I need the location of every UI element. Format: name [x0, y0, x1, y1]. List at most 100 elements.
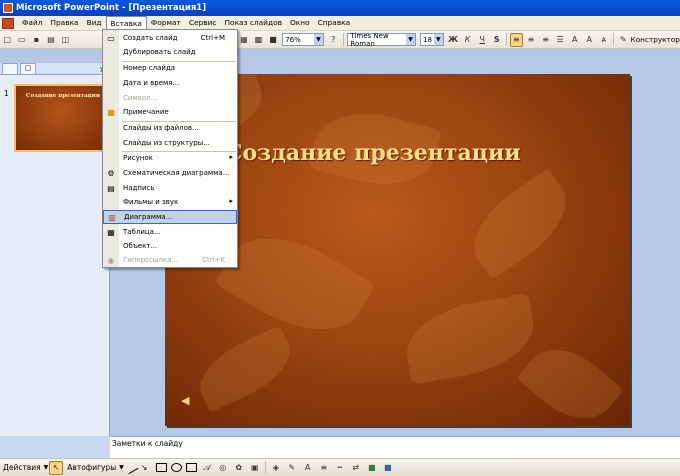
- menu-item-chart[interactable]: ▥ Диаграмма...: [103, 210, 237, 224]
- menu-file[interactable]: Файл: [18, 16, 46, 30]
- chevron-down-icon: ▼: [433, 34, 443, 45]
- menu-item-comment[interactable]: ■ Примечание: [103, 106, 237, 120]
- font-color-icon[interactable]: A: [568, 33, 581, 47]
- insert-table-icon[interactable]: ▦: [238, 33, 251, 47]
- powerpoint-icon: [3, 3, 13, 13]
- bullets-icon[interactable]: ☰: [554, 33, 567, 47]
- menu-item-diagram[interactable]: ⚙ Схематическая диаграмма...: [103, 167, 237, 181]
- menu-item-label: Рисунок: [123, 154, 153, 162]
- leaf-decoration: [189, 325, 301, 413]
- textbox-icon[interactable]: [185, 463, 197, 472]
- align-center-icon[interactable]: ≡: [525, 33, 538, 47]
- underline-button[interactable]: Ч: [476, 33, 489, 47]
- menu-item-slides-from-files[interactable]: Слайды из файлов...: [103, 122, 237, 136]
- comment-icon: ■: [107, 108, 115, 117]
- menu-item-label: Номер слайда: [123, 64, 176, 72]
- autoshapes-menu[interactable]: Автофигуры: [64, 463, 119, 472]
- menu-item-table[interactable]: ▦ Таблица...: [103, 226, 237, 240]
- align-left-icon[interactable]: ≡: [509, 32, 523, 47]
- document-icon[interactable]: [2, 17, 14, 29]
- outline-tab[interactable]: [2, 63, 18, 74]
- menu-item-label: Дублировать слайд: [123, 48, 196, 56]
- zoom-select[interactable]: 76% ▼: [282, 33, 324, 46]
- decrease-size-icon[interactable]: ᴀ: [598, 33, 611, 47]
- shadow-style-icon[interactable]: ■: [365, 461, 379, 475]
- sound-icon[interactable]: ◀: [181, 394, 193, 407]
- bold-button[interactable]: Ж: [447, 33, 460, 47]
- menu-item-new-slide[interactable]: ▭ Создать слайд Ctrl+M: [103, 32, 237, 46]
- align-right-icon[interactable]: ≡: [539, 33, 552, 47]
- menu-item-slide-number[interactable]: Номер слайда: [103, 62, 237, 76]
- font-size-icon[interactable]: A: [583, 33, 596, 47]
- font-color-icon[interactable]: A: [301, 461, 315, 475]
- open-icon[interactable]: ▭: [16, 33, 29, 47]
- save-icon[interactable]: ▪: [30, 33, 43, 47]
- menu-item-textbox[interactable]: ▤ Надпись: [103, 182, 237, 196]
- oval-icon[interactable]: [170, 463, 182, 472]
- slide-title[interactable]: Создание презентации: [225, 140, 521, 166]
- menu-item-object[interactable]: Объект...: [103, 240, 237, 254]
- line-icon[interactable]: [124, 460, 139, 475]
- menu-insert[interactable]: Вставка: [105, 16, 147, 30]
- line-style-icon[interactable]: ≡: [317, 461, 331, 475]
- diagram-icon[interactable]: ◎: [216, 461, 230, 475]
- menu-format[interactable]: Формат: [147, 16, 185, 30]
- diagram-icon: ⚙: [107, 169, 115, 178]
- separator: [342, 33, 344, 46]
- leaf-decoration: [399, 293, 541, 385]
- chart-icon: ▥: [108, 213, 116, 222]
- fill-color-icon[interactable]: ◈: [269, 461, 283, 475]
- menu-item-slides-from-outline[interactable]: Слайды из структуры...: [103, 137, 237, 151]
- font-select[interactable]: Times New Roman ▼: [347, 32, 417, 48]
- color-icon[interactable]: ■: [267, 33, 280, 47]
- italic-button[interactable]: К: [461, 33, 474, 47]
- actions-menu[interactable]: Действия: [0, 463, 44, 472]
- menu-view[interactable]: Вид: [83, 16, 106, 30]
- preview-icon[interactable]: ◫: [59, 33, 72, 47]
- size-select[interactable]: 18 ▼: [420, 33, 444, 46]
- arrow-style-icon[interactable]: ⇄: [349, 461, 363, 475]
- menu-item-duplicate-slide[interactable]: Дублировать слайд: [103, 46, 237, 60]
- menu-item-movies-sound[interactable]: Фильмы и звук ▸: [103, 196, 237, 210]
- menu-item-label: Создать слайд: [123, 34, 178, 42]
- menu-item-label: Гиперссылка...: [123, 256, 179, 264]
- menu-item-date-time[interactable]: Дата и время...: [103, 77, 237, 91]
- arrow-icon[interactable]: ↘: [141, 463, 152, 472]
- designer-icon[interactable]: ✎: [617, 33, 630, 47]
- slides-tab[interactable]: ▢: [20, 63, 36, 74]
- menu-item-hyperlink: ◉ Гиперссылка... Ctrl+K: [103, 254, 237, 268]
- grid-icon[interactable]: ▩: [252, 33, 265, 47]
- menu-tools[interactable]: Сервис: [185, 16, 221, 30]
- window-titlebar: Microsoft PowerPoint - [Презентация1]: [0, 0, 680, 16]
- line-color-icon[interactable]: ✎: [285, 461, 299, 475]
- table-icon: ▦: [107, 228, 115, 237]
- slide-thumbnail[interactable]: Создание презентации: [14, 84, 108, 152]
- notes-pane[interactable]: Заметки к слайду: [110, 436, 680, 458]
- designer-button[interactable]: Конструктор: [631, 35, 680, 44]
- menu-item-label: Фильмы и звук: [123, 198, 179, 206]
- clipart-icon[interactable]: ✿: [232, 461, 246, 475]
- wordart-icon[interactable]: 𝒜: [200, 461, 214, 475]
- rectangle-icon[interactable]: [155, 463, 167, 472]
- menu-item-label: Дата и время...: [123, 79, 180, 87]
- menu-item-label: Диаграмма...: [124, 213, 173, 221]
- select-objects-icon[interactable]: ↖: [49, 460, 64, 475]
- help-icon[interactable]: ?: [327, 33, 340, 47]
- shadow-button[interactable]: S: [490, 33, 503, 47]
- menu-item-picture[interactable]: Рисунок ▸: [103, 152, 237, 166]
- menu-edit[interactable]: Правка: [46, 16, 82, 30]
- print-icon[interactable]: ▤: [45, 33, 58, 47]
- menu-slideshow[interactable]: Показ слайдов: [221, 16, 286, 30]
- panel-tabs: ▢ ×: [0, 63, 109, 75]
- menu-help[interactable]: Справка: [314, 16, 355, 30]
- menu-window[interactable]: Окно: [286, 16, 314, 30]
- menu-item-label: Таблица...: [123, 228, 161, 236]
- leaf-decoration: [457, 167, 583, 281]
- separator: [613, 33, 614, 46]
- dash-style-icon[interactable]: ┅: [333, 461, 347, 475]
- new-icon[interactable]: □: [1, 33, 14, 47]
- chevron-down-icon: ▼: [119, 464, 124, 471]
- picture-icon[interactable]: ▣: [248, 461, 262, 475]
- 3d-style-icon[interactable]: ■: [381, 461, 395, 475]
- separator: [506, 33, 507, 46]
